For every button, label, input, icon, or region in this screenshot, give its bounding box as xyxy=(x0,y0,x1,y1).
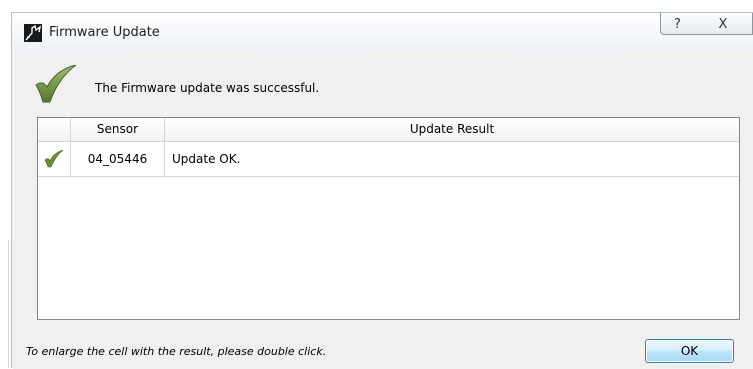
title-bar[interactable]: Firmware Update ? X xyxy=(12,13,753,51)
close-icon: X xyxy=(718,17,728,32)
background-window-edge xyxy=(8,240,9,368)
update-result-column-header[interactable]: Update Result xyxy=(165,118,739,141)
success-check-icon xyxy=(35,65,77,103)
table-row[interactable]: 04_05446 Update OK. xyxy=(38,142,739,177)
help-button[interactable]: ? xyxy=(660,13,695,35)
window-title: Firmware Update xyxy=(49,25,160,40)
update-result-cell[interactable]: Update OK. xyxy=(165,142,739,176)
app-icon xyxy=(24,24,42,42)
status-column-header[interactable] xyxy=(38,118,71,141)
help-icon: ? xyxy=(674,17,681,32)
status-message: The Firmware update was successful. xyxy=(95,81,320,95)
results-table[interactable]: Sensor Update Result 04_05446 Update OK. xyxy=(37,117,740,320)
sensor-cell[interactable]: 04_05446 xyxy=(71,142,165,176)
sensor-column-header[interactable]: Sensor xyxy=(71,118,165,141)
table-header: Sensor Update Result xyxy=(38,118,739,142)
firmware-update-dialog: Firmware Update ? X The Firmware update … xyxy=(11,12,753,369)
hint-text: To enlarge the cell with the result, ple… xyxy=(26,345,327,358)
check-icon xyxy=(44,150,64,168)
dialog-body: The Firmware update was successful. Sens… xyxy=(13,51,753,369)
status-cell xyxy=(38,142,71,176)
ok-button[interactable]: OK xyxy=(645,339,734,363)
close-button[interactable]: X xyxy=(694,13,753,35)
